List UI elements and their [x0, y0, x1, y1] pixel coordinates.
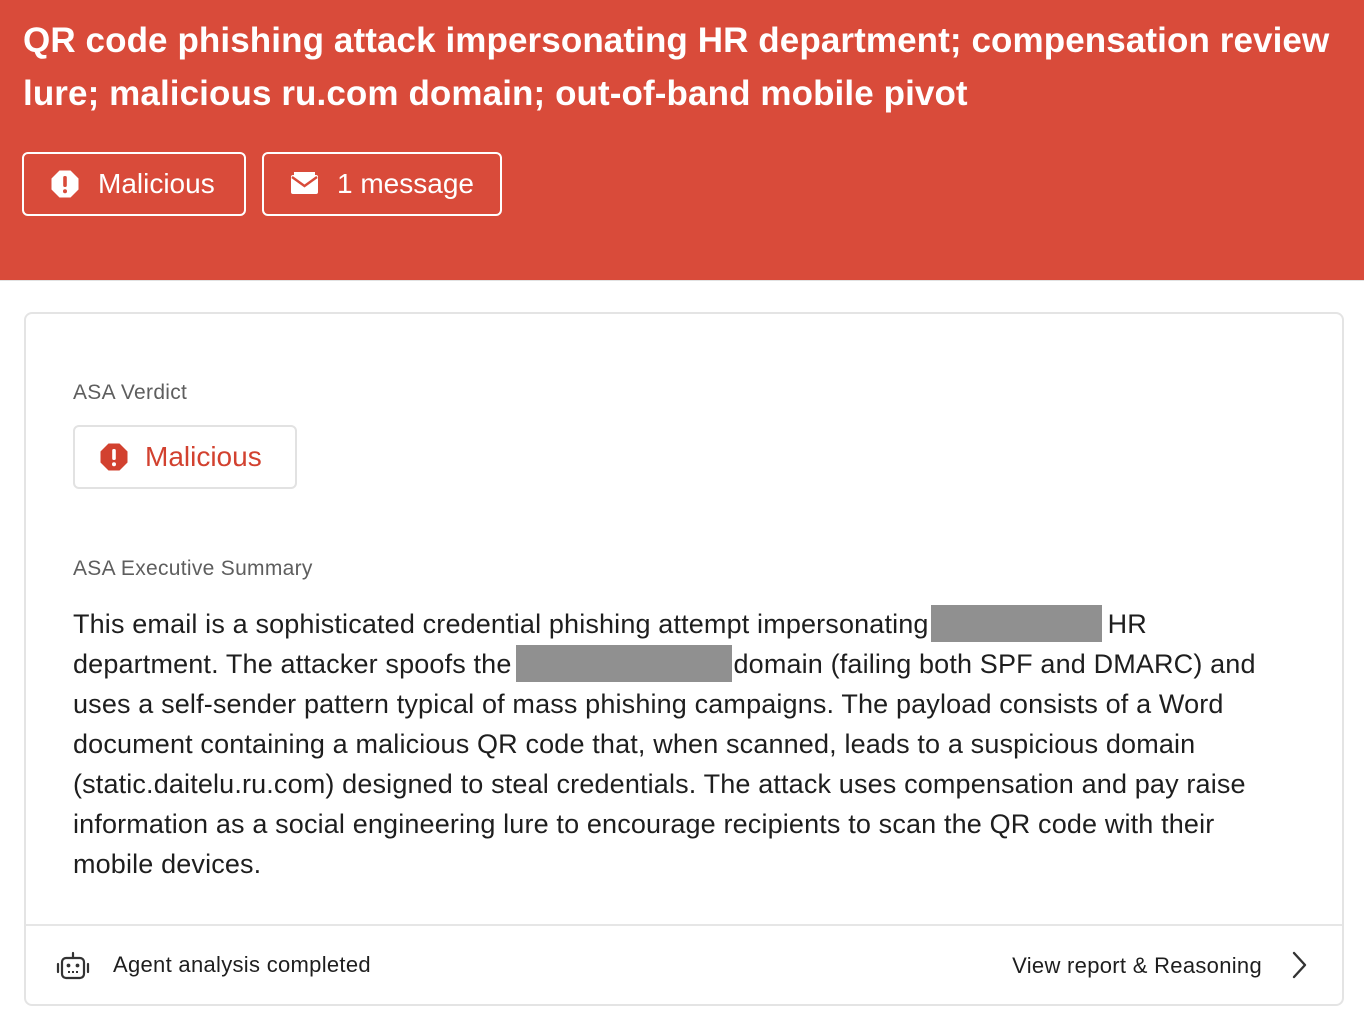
incident-title: QR code phishing attack impersonating HR…	[23, 21, 1330, 113]
view-report-label: View report & Reasoning	[1012, 953, 1262, 978]
verdict-badge: Malicious	[73, 425, 297, 489]
view-report-link[interactable]: View report & Reasoning	[1012, 946, 1262, 986]
redacted-domain	[515, 645, 732, 682]
alert-octagon-icon	[99, 442, 129, 472]
agent-status-text: Agent analysis completed	[113, 952, 371, 977]
incident-header: QR code phishing attack impersonating HR…	[0, 0, 1364, 281]
summary-text-part-1: This email is a sophisticated credential…	[73, 609, 929, 639]
malicious-status-pill[interactable]: Malicious	[22, 152, 246, 216]
robot-icon	[56, 951, 90, 986]
message-count-pill[interactable]: 1 message	[262, 152, 502, 216]
envelope-icon	[289, 171, 321, 197]
verdict-section-label: ASA Verdict	[73, 381, 188, 404]
verdict-label: Malicious	[145, 441, 262, 472]
redacted-organization-name	[930, 605, 1102, 642]
malicious-pill-label: Malicious	[98, 168, 215, 199]
alert-octagon-icon	[50, 169, 80, 199]
card-footer: Agent analysis completed View report & R…	[26, 924, 1342, 1004]
chevron-right-icon[interactable]	[1290, 950, 1308, 985]
analysis-card: ASA Verdict Malicious ASA Executive Summ…	[24, 312, 1344, 1006]
executive-summary: This email is a sophisticated credential…	[73, 604, 1288, 884]
message-count-label: 1 message	[337, 168, 474, 199]
summary-section-label: ASA Executive Summary	[73, 557, 313, 580]
summary-text-part-3: domain (failing both SPF and DMARC) and …	[73, 649, 1256, 879]
